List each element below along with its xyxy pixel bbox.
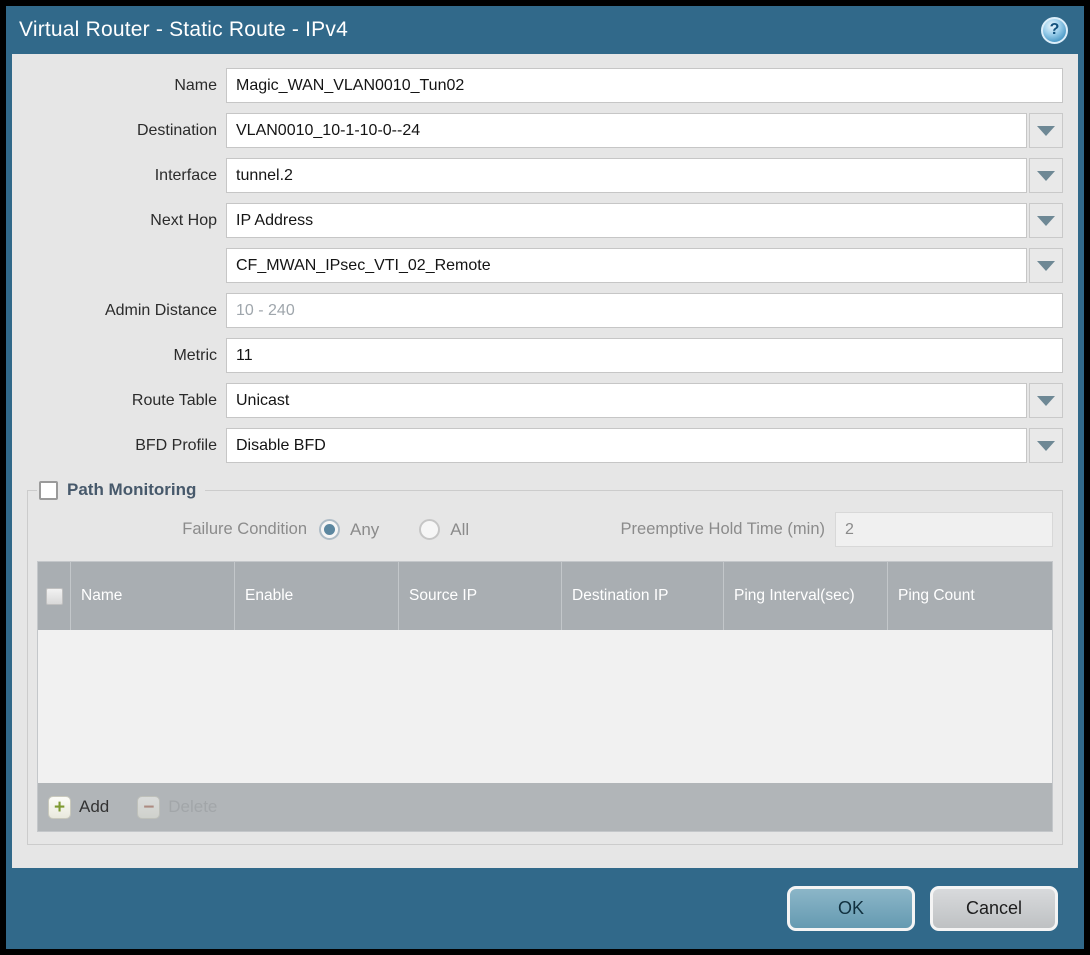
preemptive-hold-input[interactable] [835, 512, 1053, 547]
radio-all-icon[interactable] [419, 519, 440, 540]
chevron-down-icon [1037, 261, 1055, 271]
radio-all-label: All [450, 520, 469, 540]
dialog-footer: OK Cancel [6, 868, 1084, 949]
form-row-route-table: Route Table [27, 383, 1063, 418]
select-all-checkbox[interactable] [46, 588, 63, 605]
chevron-down-icon [1037, 126, 1055, 136]
table-header-row: Name Enable Source IP Destination IP Pin… [38, 562, 1052, 630]
preemptive-hold-label: Preemptive Hold Time (min) [621, 520, 825, 539]
chevron-down-icon [1037, 441, 1055, 451]
destination-input[interactable] [226, 113, 1027, 148]
column-header-enable[interactable]: Enable [234, 562, 398, 630]
radio-any-label: Any [350, 520, 379, 540]
help-icon[interactable]: ? [1041, 17, 1068, 44]
chevron-down-icon [1037, 216, 1055, 226]
minus-icon: − [137, 796, 160, 819]
failure-condition-row: Failure Condition Any All Preemptive Hol… [37, 512, 1053, 547]
column-header-ping-interval[interactable]: Ping Interval(sec) [723, 562, 887, 630]
dialog-title: Virtual Router - Static Route - IPv4 [19, 18, 348, 42]
column-header-destination-ip[interactable]: Destination IP [561, 562, 723, 630]
metric-input[interactable] [226, 338, 1063, 373]
table-action-bar: + Add − Delete [38, 783, 1052, 831]
cancel-button[interactable]: Cancel [930, 886, 1058, 931]
delete-button[interactable]: − Delete [137, 796, 217, 819]
dialog-body: Name Destination Interface [12, 54, 1078, 868]
dialog-window: Virtual Router - Static Route - IPv4 ? N… [6, 6, 1084, 949]
add-button[interactable]: + Add [48, 796, 109, 819]
ok-button[interactable]: OK [787, 886, 915, 931]
interface-label: Interface [27, 167, 217, 185]
next-hop-address-dropdown-button[interactable] [1029, 248, 1063, 283]
path-monitoring-section: Path Monitoring Failure Condition Any Al… [27, 480, 1063, 845]
chevron-down-icon [1037, 171, 1055, 181]
destination-dropdown-button[interactable] [1029, 113, 1063, 148]
preemptive-hold-group: Preemptive Hold Time (min) [621, 512, 1053, 547]
route-table-input[interactable] [226, 383, 1027, 418]
radio-option-any[interactable]: Any [319, 519, 379, 540]
admin-distance-input[interactable] [226, 293, 1063, 328]
form-row-bfd-profile: BFD Profile [27, 428, 1063, 463]
next-hop-label: Next Hop [27, 212, 217, 230]
bfd-profile-dropdown-button[interactable] [1029, 428, 1063, 463]
column-header-ping-count[interactable]: Ping Count [887, 562, 1052, 630]
name-label: Name [27, 77, 217, 95]
add-button-label: Add [79, 797, 109, 817]
admin-distance-label: Admin Distance [27, 302, 217, 320]
failure-condition-radio-group: Any All [319, 519, 469, 540]
path-monitoring-legend: Path Monitoring [37, 480, 205, 500]
form-row-name: Name [27, 68, 1063, 103]
title-bar: Virtual Router - Static Route - IPv4 ? [6, 6, 1084, 54]
next-hop-type-input[interactable] [226, 203, 1027, 238]
chevron-down-icon [1037, 396, 1055, 406]
path-monitoring-title: Path Monitoring [67, 480, 196, 500]
name-input[interactable] [226, 68, 1063, 103]
failure-condition-label: Failure Condition [37, 520, 307, 539]
radio-any-icon[interactable] [319, 519, 340, 540]
interface-input[interactable] [226, 158, 1027, 193]
path-monitoring-checkbox[interactable] [39, 481, 58, 500]
metric-label: Metric [27, 347, 217, 365]
form-row-destination: Destination [27, 113, 1063, 148]
form-row-metric: Metric [27, 338, 1063, 373]
delete-button-label: Delete [168, 797, 217, 817]
interface-dropdown-button[interactable] [1029, 158, 1063, 193]
radio-option-all[interactable]: All [419, 519, 469, 540]
column-header-source-ip[interactable]: Source IP [398, 562, 561, 630]
column-header-name[interactable]: Name [70, 562, 234, 630]
route-table-dropdown-button[interactable] [1029, 383, 1063, 418]
form-row-interface: Interface [27, 158, 1063, 193]
form-row-admin-distance: Admin Distance [27, 293, 1063, 328]
plus-icon: + [48, 796, 71, 819]
destination-label: Destination [27, 122, 217, 140]
path-monitoring-table: Name Enable Source IP Destination IP Pin… [37, 561, 1053, 832]
form-row-next-hop: Next Hop [27, 203, 1063, 238]
select-all-cell [38, 562, 70, 630]
bfd-profile-input[interactable] [226, 428, 1027, 463]
table-body-empty [38, 630, 1052, 783]
next-hop-address-input[interactable] [226, 248, 1027, 283]
route-table-label: Route Table [27, 392, 217, 410]
next-hop-type-dropdown-button[interactable] [1029, 203, 1063, 238]
bfd-profile-label: BFD Profile [27, 437, 217, 455]
form-row-next-hop-address [27, 248, 1063, 283]
